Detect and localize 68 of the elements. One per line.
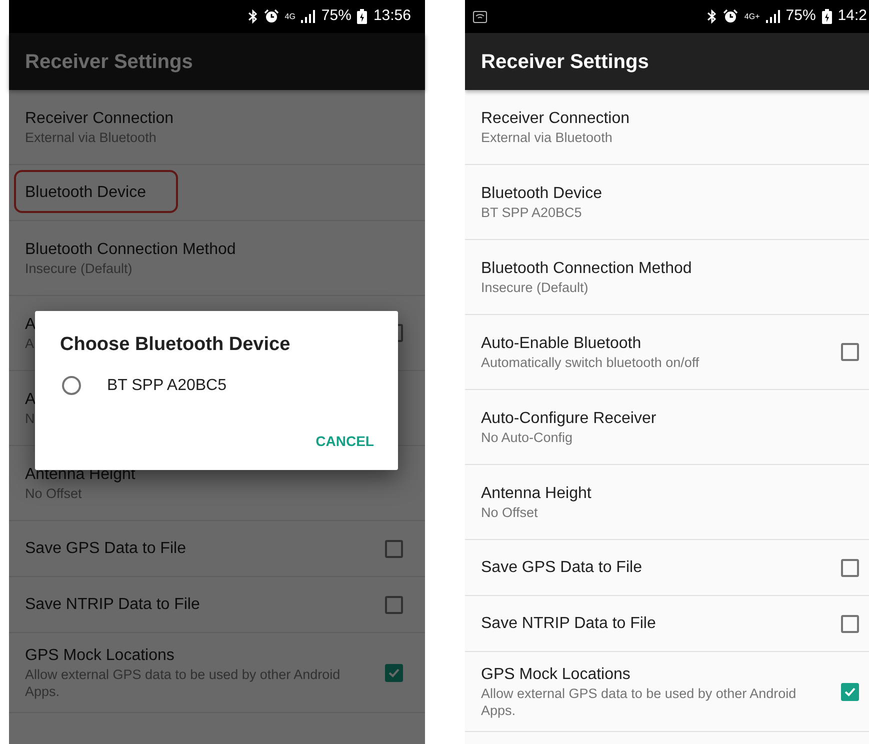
setting-title: Save GPS Data to File bbox=[481, 558, 642, 578]
settings-row[interactable]: Receiver Connection External via Bluetooth bbox=[9, 90, 425, 165]
checkbox[interactable] bbox=[841, 614, 859, 632]
settings-row[interactable]: Antenna Height No Offset bbox=[465, 465, 869, 540]
setting-title: Bluetooth Device bbox=[25, 183, 146, 203]
settings-row[interactable]: Auto-Configure Receiver No Auto-Config bbox=[465, 390, 869, 465]
setting-summary: Insecure (Default) bbox=[25, 260, 132, 277]
settings-row[interactable]: GPS Mock Locations Allow external GPS data to be used by other Android Apps. bbox=[465, 652, 869, 732]
checkbox[interactable] bbox=[385, 596, 403, 614]
settings-row[interactable]: Auto-Enable Bluetooth Automatically switch bluetooth on/off bbox=[465, 315, 869, 390]
option-label[interactable]: BT SPP A20BC5 bbox=[107, 374, 226, 398]
setting-title: GPS Mock Locations bbox=[481, 665, 630, 685]
setting-title: Bluetooth Connection Method bbox=[481, 259, 692, 279]
setting-summary: BT SPP A20BC5 bbox=[481, 204, 582, 221]
clock-time: 13:56 bbox=[373, 6, 411, 26]
setting-title: GPS Mock Locations bbox=[25, 646, 174, 666]
settings-row[interactable]: Save NTRIP Data to File bbox=[465, 596, 869, 652]
checkbox[interactable] bbox=[841, 682, 859, 700]
settings-row[interactable]: Bluetooth Device bbox=[9, 165, 425, 221]
settings-row[interactable]: GPS Mock Locations Allow external GPS data to be used by other Android Apps. bbox=[9, 633, 425, 713]
settings-row[interactable]: Bluetooth Device BT SPP A20BC5 bbox=[465, 165, 869, 240]
setting-summary: External via Bluetooth bbox=[25, 129, 156, 146]
setting-summary: No Offset bbox=[481, 504, 538, 521]
settings-row[interactable]: Bluetooth Connection Method Insecure (Default) bbox=[465, 240, 869, 315]
setting-title: Auto-Enable Bluetooth bbox=[481, 334, 642, 354]
setting-summary: Insecure (Default) bbox=[481, 279, 588, 296]
battery-icon bbox=[822, 9, 832, 24]
settings-row[interactable]: Save NTRIP Data to File bbox=[9, 577, 425, 633]
signal-icon bbox=[301, 10, 316, 23]
setting-summary: No Auto-Config bbox=[481, 429, 573, 446]
checkbox[interactable] bbox=[385, 664, 403, 682]
setting-title: A bbox=[25, 390, 36, 410]
setting-title: Save NTRIP Data to File bbox=[481, 614, 656, 634]
app-bar-title: Receiver Settings bbox=[25, 50, 193, 74]
alarm-icon bbox=[264, 9, 279, 24]
setting-title: Bluetooth Connection Method bbox=[25, 240, 236, 260]
battery-percent: 75% bbox=[321, 6, 352, 26]
battery-icon bbox=[357, 9, 368, 24]
radio-button[interactable] bbox=[62, 376, 81, 395]
settings-row[interactable]: Save GPS Data to File bbox=[465, 540, 869, 596]
bluetooth-icon bbox=[248, 9, 258, 24]
app-bar-title: Receiver Settings bbox=[481, 50, 649, 74]
setting-title: Bluetooth Device bbox=[481, 184, 602, 204]
bluetooth-icon bbox=[707, 9, 718, 24]
setting-summary: Automatically switch bluetooth on/off bbox=[481, 354, 700, 371]
settings-row[interactable]: Save GPS Data to File bbox=[9, 521, 425, 577]
network-type-label: 4G+ bbox=[744, 12, 760, 20]
dialog-title: Choose Bluetooth Device bbox=[60, 333, 292, 357]
network-type-label: 4G bbox=[284, 12, 296, 20]
setting-title: Auto-Configure Receiver bbox=[481, 409, 656, 429]
setting-title: Receiver Connection bbox=[481, 109, 630, 129]
setting-title: Save NTRIP Data to File bbox=[25, 595, 200, 615]
setting-title: Antenna Height bbox=[481, 484, 592, 504]
setting-summary: Allow external GPS data to be used by other Android Apps. bbox=[481, 685, 798, 719]
signal-icon bbox=[766, 10, 780, 23]
setting-title: A bbox=[25, 315, 36, 335]
setting-title: Save GPS Data to File bbox=[25, 539, 186, 559]
setting-title: Receiver Connection bbox=[25, 109, 174, 129]
battery-percent: 75% bbox=[786, 6, 816, 26]
clock-time: 14:2 bbox=[838, 6, 867, 26]
alarm-icon bbox=[723, 9, 738, 24]
setting-summary: External via Bluetooth bbox=[481, 129, 612, 146]
checkbox[interactable] bbox=[841, 558, 859, 576]
checkbox[interactable] bbox=[841, 343, 859, 361]
settings-row[interactable]: Receiver Connection External via Bluetooth bbox=[465, 90, 869, 165]
setting-summary: Allow external GPS data to be used by other Android Apps. bbox=[25, 666, 342, 700]
checkbox[interactable] bbox=[385, 540, 403, 558]
settings-row[interactable]: Bluetooth Connection Method Insecure (Default) bbox=[9, 221, 425, 296]
